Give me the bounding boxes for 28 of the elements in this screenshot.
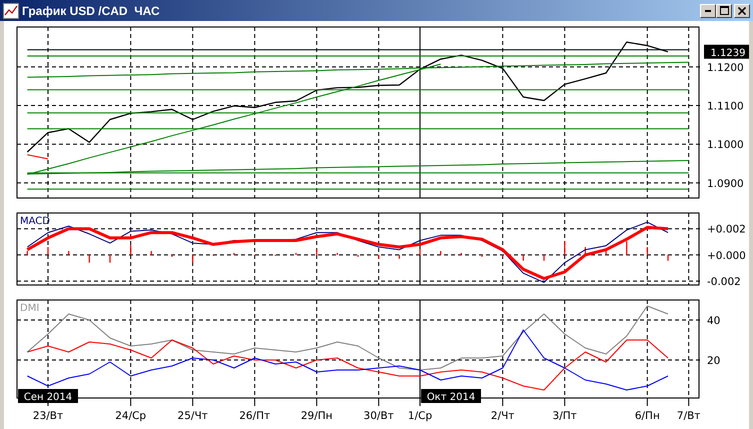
axis-label: 24/Ср — [115, 410, 146, 422]
axis-label: 25/Чт — [178, 410, 208, 422]
price-badge: 1.1239 — [704, 44, 749, 59]
axis-label: 40 — [707, 315, 720, 327]
axis-label: 2/Чт — [490, 410, 514, 422]
period-badge: Сен 2014 — [18, 389, 78, 403]
axis-label: 29/Пн — [300, 410, 332, 422]
axis-label: 30/Вт — [364, 410, 394, 422]
period-badge: Окт 2014 — [421, 389, 481, 403]
axis-label: 1/Ср — [408, 410, 432, 422]
axis-label: 7/Вт — [676, 410, 700, 422]
annotation: Окт 2014 — [426, 392, 476, 403]
axis-label: +0.002 — [707, 224, 746, 236]
window-title: График USD /CAD ЧАС — [22, 4, 161, 18]
axis-label: 1.1000 — [707, 139, 744, 152]
axis-label: +0.000 — [707, 250, 746, 262]
axis-label: 6/Пн — [634, 410, 660, 422]
annotation: Сен 2014 — [24, 392, 72, 403]
axis-label: 20 — [707, 355, 720, 367]
panel-title: DMI — [20, 303, 40, 314]
axis-label: 26/Пт — [239, 410, 270, 422]
axis-label: 1.1100 — [707, 100, 744, 113]
axis-label: -0.002 — [707, 276, 741, 288]
axis-label: 1.0900 — [707, 178, 744, 190]
axis-label: 23/Вт — [32, 410, 64, 422]
panel-title: MACD — [20, 216, 50, 227]
axis-label: 3/Пт — [552, 410, 577, 422]
axis-label: 1.1200 — [707, 62, 744, 74]
